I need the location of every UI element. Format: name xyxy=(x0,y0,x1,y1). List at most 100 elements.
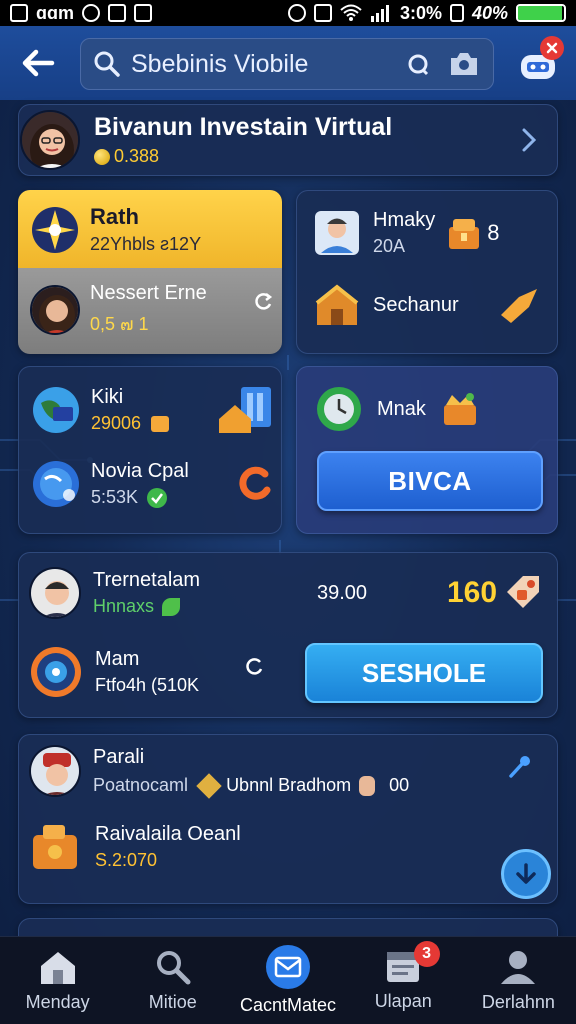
status-right: 3:0% 40% xyxy=(287,2,566,24)
person-icon xyxy=(315,211,359,255)
search-bar[interactable]: Sbebinis Viobile xyxy=(80,38,494,90)
chat-bot-button[interactable] xyxy=(508,34,568,94)
mam-subtitle: Ftfo4h (510K xyxy=(95,675,200,695)
app-header: Sbebinis Viobile xyxy=(0,26,576,100)
camera-icon[interactable] xyxy=(447,49,481,79)
trernetalam-subtitle: Hnnaxs xyxy=(93,596,155,616)
treasure-icon xyxy=(449,219,480,249)
close-badge[interactable] xyxy=(540,36,564,60)
nav-item-mitioe[interactable]: Mitioe xyxy=(115,937,230,1024)
wifi-icon xyxy=(340,4,362,21)
home-icon xyxy=(40,952,75,984)
raivalaila-subtitle: S.2:070 xyxy=(95,850,158,870)
ulapan-badge: 3 xyxy=(413,941,440,967)
card-mnak[interactable]: Mnak BIVCA xyxy=(296,366,558,534)
hmaky-subtitle: 20A xyxy=(373,236,406,256)
status-left-text: ɑɑm xyxy=(36,2,74,23)
mnak-title: Mnak xyxy=(377,397,426,420)
status-left: ɑɑm xyxy=(10,3,152,24)
trernetalam-title: Trernetalam xyxy=(93,569,201,591)
earth-icon xyxy=(33,461,79,507)
house-icon xyxy=(315,284,359,325)
profile-name: Bivanun Investain Virtual xyxy=(94,113,393,141)
app-icon xyxy=(108,4,126,22)
trernetalam-avatar xyxy=(29,567,81,619)
kiki-badge-icon xyxy=(151,415,170,432)
battery-percent: 3:0% xyxy=(399,2,442,23)
novia-subtitle: 5:53K xyxy=(91,487,139,507)
arrow-down-icon xyxy=(516,863,536,884)
parali-sub-mid: Ubnnl Bradhom xyxy=(226,775,352,795)
gallery-icon xyxy=(10,4,28,22)
chevron-right-icon[interactable] xyxy=(518,125,540,155)
parali-sub-left: Poatnocaml xyxy=(93,775,189,795)
parali-title: Parali xyxy=(93,746,145,768)
card-hmaky[interactable]: Hmaky 20A 8 Sechanur xyxy=(296,190,558,354)
nav-item-derlahnn[interactable]: Derlahnn xyxy=(461,937,576,1024)
kiki-title: Kiki xyxy=(91,386,124,408)
profile-row[interactable]: Bivanun Investain Virtual 0.388 xyxy=(18,104,558,176)
profile-icon xyxy=(501,951,536,984)
nav-label-mitioe: Mitioe xyxy=(148,992,197,1012)
parali-sub-right: 00 xyxy=(389,775,410,795)
battery-saver-icon xyxy=(449,4,464,22)
nfc-icon xyxy=(313,4,332,22)
search-icon xyxy=(156,951,191,985)
scroll-down-button[interactable] xyxy=(501,849,551,899)
bivca-button[interactable]: BIVCA xyxy=(317,451,543,511)
nav-label-derlahnn: Derlahnn xyxy=(481,992,555,1012)
nav-label-ulapan: Ulapan xyxy=(374,991,432,1011)
sechanur-title: Sechanur xyxy=(373,293,459,316)
gift-tag-icon xyxy=(507,576,540,608)
crown-chest-icon xyxy=(443,393,476,425)
mic-icon[interactable] xyxy=(405,51,431,77)
circle-icon xyxy=(82,4,100,22)
nav-label-cacntmatec: CacntMatec xyxy=(239,995,337,1015)
card-parali[interactable]: Parali Poatnocaml Ubnnl Bradhom 00 Raiva… xyxy=(18,734,558,904)
search-icon xyxy=(94,51,120,77)
safe-box-icon xyxy=(33,825,77,869)
battery-icon xyxy=(516,4,566,22)
status-bar: ɑɑm 3:0% 40% xyxy=(0,0,576,26)
globe-icon xyxy=(33,387,79,433)
refresh-icon[interactable] xyxy=(252,290,274,312)
target-wheel-icon xyxy=(31,647,81,697)
rath-subtitle: 22Yhbls ƨ12Y xyxy=(90,234,202,254)
rath-title: Rath xyxy=(90,204,139,229)
nav-item-ulapan[interactable]: 3 Ulapan xyxy=(346,937,461,1024)
card-kiki[interactable]: Kiki 29006 Novia Cpal 5:53K xyxy=(18,366,282,534)
nessert-title: Nessert Erne xyxy=(90,282,207,304)
nav-item-cacntmatec[interactable]: CacntMatec xyxy=(230,937,345,1024)
card-trernetalam[interactable]: Trernetalam Hnnaxs 39.00 160 Mam Ftfo4h … xyxy=(18,552,558,718)
coin-icon xyxy=(94,148,110,165)
hand-icon xyxy=(359,775,376,796)
image-icon xyxy=(134,4,152,22)
sync-icon[interactable] xyxy=(235,464,275,504)
close-icon xyxy=(546,42,558,54)
seshole-button[interactable]: SESHOLE xyxy=(305,643,543,703)
search-input[interactable]: Sbebinis Viobile xyxy=(131,50,405,79)
nessert-subtitle: 0,5 ๗ 1 xyxy=(90,314,149,334)
clock-badge-icon xyxy=(317,387,361,431)
leaf-icon xyxy=(162,597,181,616)
alarm-icon xyxy=(287,4,306,22)
hmaky-value: 8 xyxy=(487,220,500,245)
parali-avatar xyxy=(29,745,81,797)
hmaky-title: Hmaky xyxy=(373,209,436,231)
check-icon xyxy=(147,487,168,508)
pin-icon[interactable] xyxy=(505,751,535,781)
avatar xyxy=(20,110,80,170)
nessert-avatar xyxy=(30,285,80,335)
arrow-left-icon xyxy=(22,49,55,77)
coin-balance: 0.388 xyxy=(94,146,518,167)
kiki-subtitle: 29006 xyxy=(91,413,142,433)
card-rath[interactable]: Rath 22Yhbls ƨ12Y Nessert Erne 0,5 ๗ 1 xyxy=(18,190,282,354)
trernetalam-value: 39.00 xyxy=(317,581,368,604)
battery-percent-2: 40% xyxy=(471,2,508,23)
signal-icon xyxy=(370,5,389,22)
trernetalam-score: 160 xyxy=(447,576,498,609)
arrow-tag-icon xyxy=(501,289,537,323)
nav-label-menday: Menday xyxy=(25,992,90,1012)
back-button[interactable] xyxy=(10,35,66,91)
nav-item-menday[interactable]: Menday xyxy=(0,937,115,1024)
